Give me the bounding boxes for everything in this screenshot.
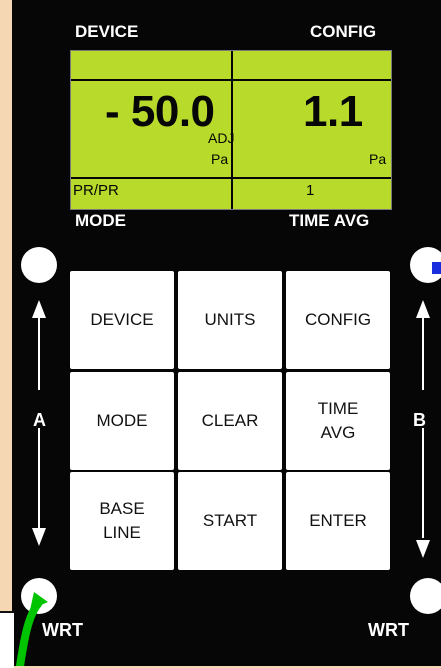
config-header: CONFIG — [310, 22, 377, 41]
right-reading: 1.1 — [303, 87, 363, 136]
device-header: DEVICE — [75, 22, 139, 41]
device-key[interactable]: DEVICE — [70, 271, 174, 369]
clear-key[interactable]: CLEAR — [178, 372, 282, 470]
left-sub-label: ADJ — [208, 130, 235, 146]
side-label-a: A — [33, 410, 46, 430]
up-arrow-icon — [416, 300, 430, 390]
time-avg-header: TIME AVG — [289, 211, 370, 230]
time-avg-key[interactable]: TIME AVG — [286, 372, 390, 470]
mode-value: PR/PR — [73, 182, 119, 199]
down-arrow-icon — [416, 428, 430, 558]
units-key[interactable]: UNITS — [178, 271, 282, 369]
soft-key-bottom-right[interactable] — [410, 578, 441, 614]
left-reading: - 50.0 — [105, 87, 215, 136]
enter-key[interactable]: ENTER — [286, 472, 390, 570]
mode-key[interactable]: MODE — [70, 372, 174, 470]
side-arrows-b — [416, 300, 430, 558]
start-key[interactable]: START — [178, 472, 282, 570]
callout-arrow-icon — [16, 592, 48, 666]
indicator-icon — [432, 262, 441, 274]
lcd-display: - 50.0 ADJ Pa 1.1 Pa PR/PR 1 — [70, 50, 392, 210]
callout-box — [0, 611, 14, 668]
soft-key-top-left[interactable] — [21, 247, 57, 283]
up-arrow-icon — [32, 300, 46, 390]
mode-header: MODE — [75, 211, 126, 230]
right-unit: Pa — [369, 151, 387, 167]
config-key[interactable]: CONFIG — [286, 271, 390, 369]
left-unit: Pa — [211, 151, 229, 167]
baseline-key[interactable]: BASE LINE — [70, 472, 174, 570]
side-label-b: B — [413, 410, 426, 430]
wrt-label-right: WRT — [368, 620, 409, 640]
down-arrow-icon — [32, 428, 46, 546]
time-avg-value: 1 — [306, 182, 315, 199]
